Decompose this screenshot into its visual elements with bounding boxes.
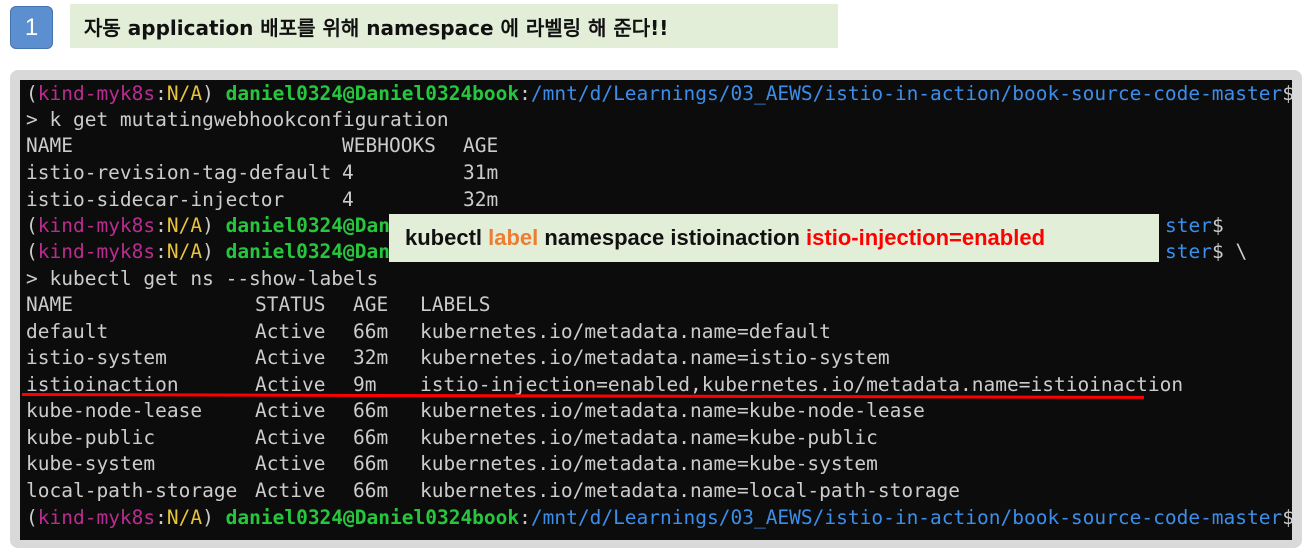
- prompt-dollar: $: [1282, 506, 1292, 529]
- prompt-context-sep: :: [155, 214, 167, 237]
- prompt-path: /mnt/d/Learnings/03_AEWS/istio-in-action…: [530, 506, 1283, 529]
- ns-name: kube-node-lease: [26, 399, 203, 422]
- table-row: istio-system Active 32m kubernetes.io/me…: [26, 345, 1286, 371]
- prompt-context-ns: N/A: [166, 82, 203, 105]
- ns-age: 66m: [353, 320, 389, 343]
- webhook-age: 32m: [463, 188, 499, 211]
- ns-status: Active: [255, 452, 326, 475]
- webhook-count: 4: [342, 161, 354, 184]
- ns-age: 66m: [353, 452, 389, 475]
- prompt-context-ns: N/A: [166, 214, 203, 237]
- prompt-line-current[interactable]: (kind-myk8s:N/A) daniel0324@Daniel0324bo…: [26, 505, 1292, 531]
- ns-labels: kubernetes.io/metadata.name=istio-system: [420, 346, 890, 369]
- ns-name: kube-system: [26, 452, 156, 475]
- prompt-context-name: kind-myk8s: [37, 82, 156, 105]
- prompt-context-ns: N/A: [166, 506, 203, 529]
- webhook-name: istio-revision-tag-default: [26, 161, 332, 184]
- table-row: local-path-storage Active 66m kubernetes…: [26, 478, 1286, 504]
- ns-status: Active: [255, 399, 326, 422]
- table-row: kube-public Active 66m kubernetes.io/met…: [26, 425, 1286, 451]
- prompt-line: (kind-myk8s:N/A) daniel0324@Daniel0324bo…: [26, 81, 1292, 107]
- command-callout: kubectl label namespace istioinaction is…: [389, 214, 1159, 262]
- prompt-context-name: kind-myk8s: [37, 214, 156, 237]
- page-title: 자동 application 배포를 위해 namespace 에 라벨링 해 …: [70, 4, 838, 48]
- prompt-path-tail: ster: [1165, 240, 1212, 263]
- ns-age: 66m: [353, 426, 389, 449]
- webhook-age: 31m: [463, 161, 499, 184]
- header-webhooks: WEBHOOKS: [342, 134, 436, 157]
- prompt-user-partial: daniel0324@Danie: [225, 240, 414, 263]
- callout-label-keyword: label: [488, 225, 539, 250]
- ns-name: istio-system: [26, 346, 167, 369]
- prompt-context-sep: :: [155, 506, 167, 529]
- table-row: istio-revision-tag-default 4 31m: [26, 160, 1226, 186]
- prompt-colon: :: [519, 82, 531, 105]
- table-row: default Active 66m kubernetes.io/metadat…: [26, 319, 1286, 345]
- ns-status: Active: [255, 479, 326, 502]
- webhook-name: istio-sidecar-injector: [26, 188, 285, 211]
- prompt-path-tail: ster: [1165, 214, 1212, 237]
- prompt-context-close: ): [202, 240, 214, 263]
- prompt-context-open: (: [26, 240, 38, 263]
- ns-status: Active: [255, 346, 326, 369]
- terminal-window[interactable]: (kind-myk8s:N/A) daniel0324@Daniel0324bo…: [20, 80, 1292, 540]
- prompt-context-open: (: [26, 82, 38, 105]
- header-labels: LABELS: [420, 293, 491, 316]
- header-name: NAME: [26, 293, 73, 316]
- prompt-context-close: ): [202, 506, 214, 529]
- ns-labels: kubernetes.io/metadata.name=kube-public: [420, 426, 878, 449]
- prompt-dollar: $: [1211, 240, 1224, 263]
- ns-status: Active: [255, 320, 326, 343]
- callout-label-value: istio-injection=enabled: [806, 225, 1046, 250]
- table-row: kube-node-lease Active 66m kubernetes.io…: [26, 398, 1286, 424]
- callout-namespace: namespace istioinaction: [538, 225, 807, 250]
- ns-name: kube-public: [26, 426, 156, 449]
- ns-table-header: NAME STATUS AGE LABELS: [26, 292, 1286, 318]
- prompt-context-open: (: [26, 214, 38, 237]
- ns-labels: kubernetes.io/metadata.name=kube-system: [420, 452, 878, 475]
- prompt-context-sep: :: [155, 240, 167, 263]
- table-row: istio-sidecar-injector 4 32m: [26, 187, 1226, 213]
- ns-age: 66m: [353, 479, 389, 502]
- webhooks-table-header: NAME WEBHOOKS AGE: [26, 133, 1226, 159]
- webhook-count: 4: [342, 188, 354, 211]
- ns-labels: kubernetes.io/metadata.name=kube-node-le…: [420, 399, 925, 422]
- prompt-dollar: $: [1282, 82, 1292, 105]
- ns-name: local-path-storage: [26, 479, 238, 502]
- prompt-context-ns: N/A: [166, 240, 203, 263]
- header-age: AGE: [463, 134, 499, 157]
- prompt-user: daniel0324@Daniel0324book: [225, 506, 520, 529]
- prompt-path: /mnt/d/Learnings/03_AEWS/istio-in-action…: [530, 82, 1283, 105]
- step-number-badge: 1: [10, 6, 53, 49]
- prompt-user-partial: daniel0324@Danie: [225, 214, 414, 237]
- prompt-context-name: kind-myk8s: [37, 506, 156, 529]
- prompt-dollar: $: [1211, 214, 1224, 237]
- table-row: kube-system Active 66m kubernetes.io/met…: [26, 451, 1286, 477]
- prompt-context-open: (: [26, 506, 38, 529]
- ns-labels: kubernetes.io/metadata.name=default: [420, 320, 831, 343]
- prompt-user: daniel0324@Daniel0324book: [225, 82, 520, 105]
- prompt-context-name: kind-myk8s: [37, 240, 156, 263]
- callout-kubectl: kubectl: [405, 225, 489, 250]
- ns-age: 66m: [353, 399, 389, 422]
- command-line: > kubectl get ns --show-labels: [26, 267, 379, 290]
- prompt-context-close: ): [202, 214, 214, 237]
- prompt-context-sep: :: [155, 82, 167, 105]
- ns-age: 32m: [353, 346, 389, 369]
- command-line: > k get mutatingwebhookconfiguration: [26, 108, 449, 131]
- header-age: AGE: [353, 293, 389, 316]
- ns-labels: kubernetes.io/metadata.name=local-path-s…: [420, 479, 961, 502]
- prompt-colon: :: [519, 506, 531, 529]
- header-name: NAME: [26, 134, 73, 157]
- prompt-continuation: \: [1223, 240, 1248, 263]
- header-status: STATUS: [255, 293, 326, 316]
- prompt-context-close: ): [202, 82, 214, 105]
- ns-name: default: [26, 320, 109, 343]
- ns-status: Active: [255, 426, 326, 449]
